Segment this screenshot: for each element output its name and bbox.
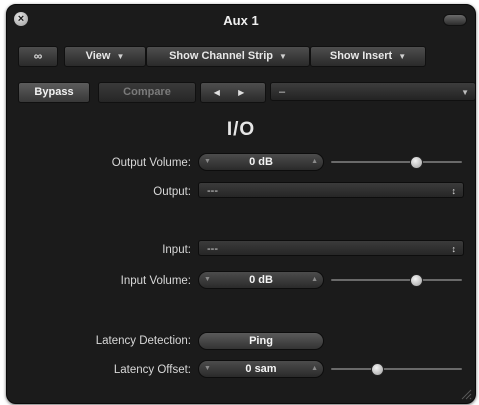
plugin-window: × Aux 1 ∞ View ▼ Show Channel Strip ▼ Show… bbox=[6, 4, 476, 404]
ping-button[interactable]: Ping bbox=[198, 332, 324, 350]
plugin-heading: I/O bbox=[226, 119, 256, 140]
link-button[interactable]: ∞ bbox=[18, 46, 58, 67]
increment-icon[interactable]: ▲ bbox=[311, 154, 318, 170]
input-volume-slider-knob[interactable] bbox=[410, 274, 424, 287]
chevron-down-icon: ▼ bbox=[116, 52, 125, 61]
increment-icon[interactable]: ▲ bbox=[311, 361, 318, 377]
chevron-down-icon: ▼ bbox=[278, 52, 287, 61]
output-volume-label: Output Volume: bbox=[111, 157, 191, 169]
decrement-icon[interactable]: ▼ bbox=[204, 361, 211, 377]
input-volume-value: 0 dB bbox=[249, 274, 273, 286]
output-select[interactable]: --- ↕ bbox=[198, 182, 464, 198]
title-bar[interactable]: × Aux 1 bbox=[7, 5, 475, 39]
show-insert-button[interactable]: Show Insert ▼ bbox=[310, 46, 426, 67]
latency-offset-label: Latency Offset: bbox=[113, 364, 191, 376]
link-icon: ∞ bbox=[33, 49, 43, 63]
chevron-down-icon: ▼ bbox=[398, 52, 407, 61]
toolbar-toggle-button[interactable] bbox=[443, 14, 467, 26]
resize-grip-icon[interactable] bbox=[460, 388, 472, 400]
output-volume-slider-track[interactable] bbox=[331, 161, 462, 163]
input-select[interactable]: --- ↕ bbox=[198, 240, 464, 256]
updown-arrows-icon: ↕ bbox=[451, 186, 457, 196]
chevron-down-icon: ▼ bbox=[461, 88, 469, 97]
input-volume-stepper[interactable]: ▼ 0 dB ▲ bbox=[198, 271, 324, 289]
show-insert-label: Show Insert bbox=[329, 50, 393, 62]
input-label: Input: bbox=[162, 244, 191, 256]
input-volume-slider-track[interactable] bbox=[331, 279, 462, 281]
view-menu-button[interactable]: View ▼ bbox=[64, 46, 146, 67]
bypass-button[interactable]: Bypass bbox=[18, 82, 90, 103]
preset-menu[interactable]: – ▼ bbox=[270, 82, 475, 101]
output-label: Output: bbox=[153, 186, 191, 198]
latency-offset-value: 0 sam bbox=[245, 363, 277, 375]
compare-button[interactable]: Compare bbox=[98, 82, 196, 103]
decrement-icon[interactable]: ▼ bbox=[204, 154, 211, 170]
preset-value: – bbox=[279, 86, 286, 98]
output-volume-value: 0 dB bbox=[249, 156, 273, 168]
show-channel-strip-label: Show Channel Strip bbox=[169, 50, 273, 62]
input-value: --- bbox=[207, 243, 218, 255]
updown-arrows-icon: ↕ bbox=[451, 244, 457, 254]
prev-next-arrows-icon: ◀ ▶ bbox=[213, 88, 253, 97]
output-value: --- bbox=[207, 185, 218, 197]
prev-next-preset-button[interactable]: ◀ ▶ bbox=[200, 82, 266, 103]
increment-icon[interactable]: ▲ bbox=[311, 272, 318, 288]
output-volume-stepper[interactable]: ▼ 0 dB ▲ bbox=[198, 153, 324, 171]
latency-detection-label: Latency Detection: bbox=[95, 335, 191, 347]
latency-offset-slider-track[interactable] bbox=[331, 368, 462, 370]
latency-offset-slider-knob[interactable] bbox=[370, 363, 384, 376]
show-channel-strip-button[interactable]: Show Channel Strip ▼ bbox=[146, 46, 310, 67]
view-menu-label: View bbox=[85, 50, 111, 62]
latency-offset-stepper[interactable]: ▼ 0 sam ▲ bbox=[198, 360, 324, 378]
decrement-icon[interactable]: ▼ bbox=[204, 272, 211, 288]
output-volume-slider-knob[interactable] bbox=[410, 156, 424, 169]
window-title: Aux 1 bbox=[223, 13, 259, 28]
input-volume-label: Input Volume: bbox=[120, 275, 191, 287]
